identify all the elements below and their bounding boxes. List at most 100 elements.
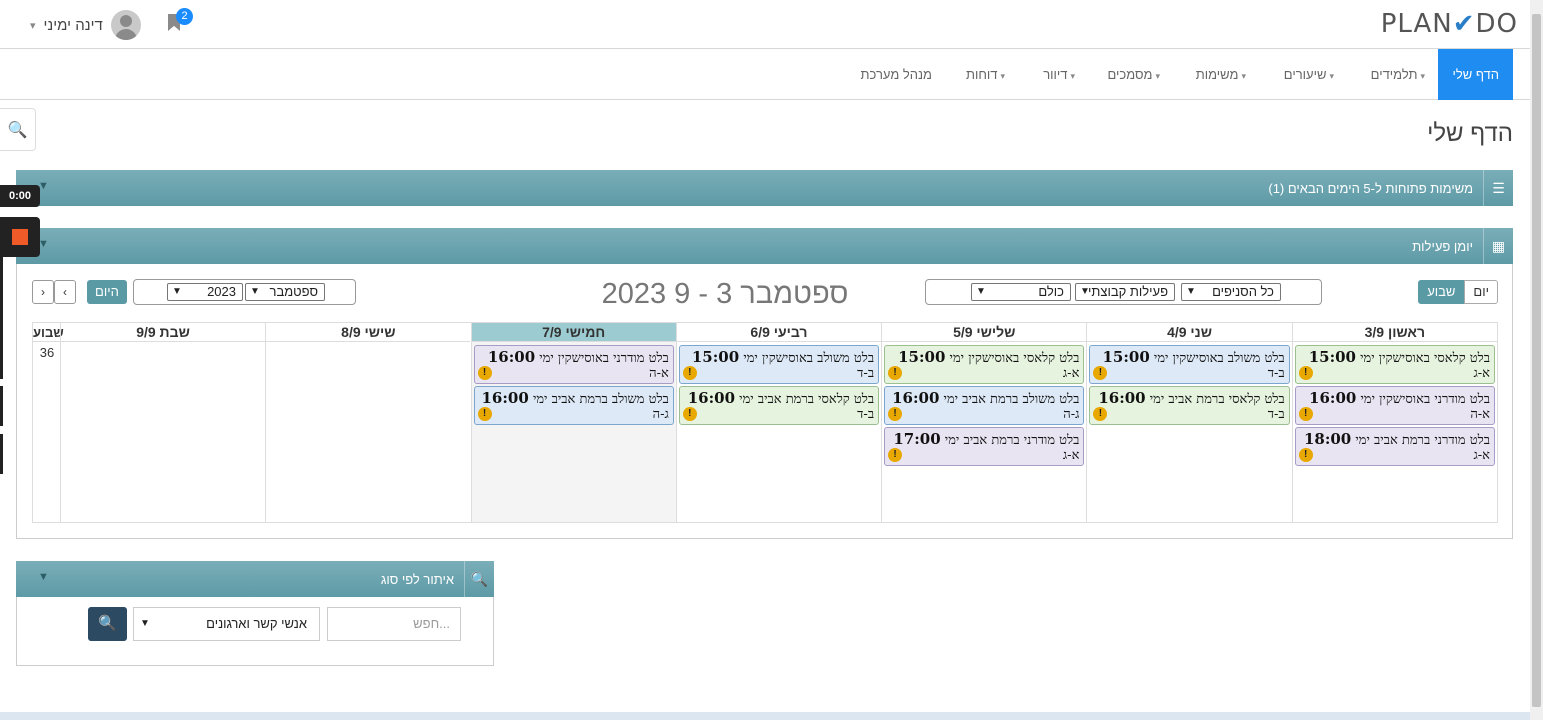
- event-title: בלט משולב באוסישקין ימי: [743, 351, 875, 366]
- event-title: בלט מודרני באוסישקין ימי: [539, 351, 669, 366]
- warning-icon[interactable]: !: [1298, 407, 1313, 421]
- event-title: בלט מודרני ברמת אביב ימי: [944, 433, 1080, 448]
- logo-check: ✔: [1452, 9, 1476, 39]
- calendar-event[interactable]: 16:00 בלט משולב ברמת אביב ימי ג-ה!: [473, 386, 674, 425]
- day-column[interactable]: ראשון 3/9 15:00 בלט קלאסי באוסישקין ימי א-…: [1291, 323, 1497, 522]
- calendar-event[interactable]: 18:00 בלט מודרני ברמת אביב ימי א-ג!: [1294, 427, 1495, 466]
- event-group: א-ה: [649, 366, 669, 381]
- chevron-down-icon[interactable]: ▼: [38, 571, 49, 583]
- calendar-event[interactable]: 15:00 בלט קלאסי באוסישקין ימי א-ג!: [884, 345, 1085, 384]
- logo[interactable]: PLAN✔DO: [1381, 9, 1518, 39]
- warning-icon[interactable]: !: [477, 366, 492, 380]
- calendar-event[interactable]: 16:00 בלט מודרני באוסישקין ימי א-ה!: [473, 345, 674, 384]
- tasks-panel-header[interactable]: ☰ משימות פתוחות ל-5 הימים הבאים (1) ▼: [16, 170, 1513, 206]
- search-button[interactable]: 🔍: [88, 607, 127, 641]
- search-type-select[interactable]: אנשי קשר וארגונים ▼: [133, 607, 320, 641]
- day-column[interactable]: שבת 9/9: [59, 323, 266, 522]
- event-group: א-ג: [1062, 448, 1080, 463]
- warning-icon[interactable]: !: [888, 448, 903, 462]
- view-day-button[interactable]: יום: [1464, 280, 1498, 304]
- calendar-event[interactable]: 16:00 בלט קלאסי ברמת אביב ימי ב-ד!: [678, 386, 880, 425]
- event-time: 15:00: [691, 348, 740, 366]
- event-group: א-ג: [1473, 366, 1490, 381]
- stop-recording-button[interactable]: [0, 217, 40, 257]
- event-time: 16:00: [1098, 389, 1146, 407]
- notification-badge[interactable]: 2: [176, 8, 193, 25]
- chevron-down-icon: ▾: [1070, 71, 1075, 81]
- today-button[interactable]: היום: [87, 280, 127, 304]
- warning-icon[interactable]: !: [1298, 366, 1313, 380]
- recorder-time: 0:00: [0, 185, 40, 207]
- select-value: ספטמבר: [269, 284, 318, 299]
- view-week-button[interactable]: שבוע: [1418, 280, 1465, 304]
- prev-week-button[interactable]: ‹: [54, 280, 76, 304]
- event-time: 15:00: [1102, 348, 1150, 366]
- calendar-event[interactable]: 15:00 בלט משולב באוסישקין ימי ב-ד!: [678, 345, 880, 384]
- event-title: בלט קלאסי באוסישקין ימי: [1360, 351, 1490, 366]
- nav-lessons[interactable]: שיעורים ▾: [1284, 49, 1334, 100]
- chevron-down-icon: ▼: [172, 286, 182, 297]
- logo-text: PLAN: [1380, 9, 1453, 39]
- recorder-bar: [0, 386, 3, 426]
- calendar-event[interactable]: 15:00 בלט משולב באוסישקין ימי ב-ד!: [1089, 345, 1290, 384]
- side-search-button[interactable]: 🔍: [0, 108, 36, 151]
- calendar-event[interactable]: 16:00 בלט קלאסי ברמת אביב ימי ב-ד!: [1089, 386, 1290, 425]
- warning-icon[interactable]: !: [888, 366, 903, 380]
- warning-icon[interactable]: !: [1298, 448, 1313, 462]
- page-scrollbar[interactable]: [1530, 0, 1543, 720]
- date-picker-box: ספטמבר ▼ 2023 ▼: [133, 279, 356, 305]
- warning-icon[interactable]: !: [1093, 366, 1108, 380]
- warning-icon[interactable]: !: [1093, 407, 1108, 421]
- chevron-down-icon: ▾: [1000, 71, 1005, 81]
- warning-icon[interactable]: !: [682, 407, 697, 421]
- branch-select[interactable]: כל הסניפים ▼: [1181, 283, 1281, 301]
- warning-icon[interactable]: !: [682, 366, 697, 380]
- calendar-event[interactable]: 15:00 בלט קלאסי באוסישקין ימי א-ג!: [1294, 345, 1495, 384]
- search-panel-title: איתור לפי סוג: [380, 572, 454, 587]
- day-column[interactable]: שלישי 5/9 15:00 בלט קלאסי באוסישקין ימי א-…: [881, 323, 1087, 522]
- nav-mailing[interactable]: דיוור ▾: [1043, 49, 1075, 100]
- day-header: שבת 9/9: [60, 323, 266, 342]
- calendar-panel-header[interactable]: ▦ יומן פעילות ▼: [16, 228, 1513, 264]
- event-time: 17:00: [893, 430, 941, 448]
- warning-icon[interactable]: !: [477, 407, 492, 421]
- calendar-event[interactable]: 17:00 בלט מודרני ברמת אביב ימי א-ג!: [884, 427, 1085, 466]
- logo-text-end: DO: [1475, 9, 1518, 39]
- search-icon: 🔍: [464, 561, 494, 597]
- nav-reports[interactable]: דוחות ▾: [966, 49, 1005, 100]
- event-group: ב-ד: [857, 407, 875, 422]
- calendar-event[interactable]: 16:00 בלט מודרני באוסישקין ימי א-ה!: [1294, 386, 1495, 425]
- week-number: 36: [39, 345, 55, 360]
- calendar-event[interactable]: 16:00 בלט משולב ברמת אביב ימי ג-ה!: [884, 386, 1085, 425]
- recorder-bar: [0, 434, 3, 474]
- nav-documents[interactable]: מסמכים ▾: [1107, 49, 1160, 100]
- month-select[interactable]: ספטמבר ▼: [245, 283, 325, 301]
- warning-icon[interactable]: !: [888, 407, 903, 421]
- day-column[interactable]: רביעי 6/9 15:00 בלט משולב באוסישקין ימי ב-…: [675, 323, 882, 522]
- event-time: 15:00: [1308, 348, 1356, 366]
- search-icon: 🔍: [7, 121, 28, 139]
- chevron-down-icon: ▼: [250, 286, 260, 297]
- user-name: דינה ימיני: [43, 16, 103, 34]
- recorder-bar: [0, 257, 3, 379]
- chevron-down-icon: ▾: [1241, 71, 1246, 81]
- day-column[interactable]: חמישי 7/9 16:00 בלט מודרני באוסישקין ימי א…: [470, 323, 676, 522]
- day-header: שלישי 5/9: [882, 323, 1087, 342]
- calendar-panel-title: יומן פעילות: [1412, 239, 1473, 254]
- user-menu[interactable]: ▾ דינה ימיני: [30, 9, 141, 41]
- event-group: א-ג: [1473, 448, 1490, 463]
- search-input[interactable]: חפש...: [327, 607, 461, 641]
- nav-my-page[interactable]: הדף שלי: [1438, 49, 1513, 100]
- chevron-down-icon: ▾: [30, 19, 36, 32]
- day-column[interactable]: שני 4/9 15:00 בלט משולב באוסישקין ימי ב-ד!…: [1086, 323, 1292, 522]
- day-column[interactable]: שישי 8/9: [265, 323, 471, 522]
- nav-tasks[interactable]: משימות ▾: [1196, 49, 1246, 100]
- next-week-button[interactable]: ›: [32, 280, 54, 304]
- nav-students[interactable]: תלמידים ▾: [1371, 49, 1425, 100]
- tasks-panel-title: משימות פתוחות ל-5 הימים הבאים (1): [1268, 181, 1473, 196]
- nav-admin[interactable]: מנהל מערכת: [861, 49, 932, 100]
- activity-select[interactable]: פעילות קבוצתי ▼: [1075, 283, 1175, 301]
- event-group: ג-ה: [1063, 407, 1080, 422]
- search-panel-header[interactable]: 🔍 איתור לפי סוג ▼: [16, 561, 494, 597]
- year-select[interactable]: 2023 ▼: [167, 283, 243, 301]
